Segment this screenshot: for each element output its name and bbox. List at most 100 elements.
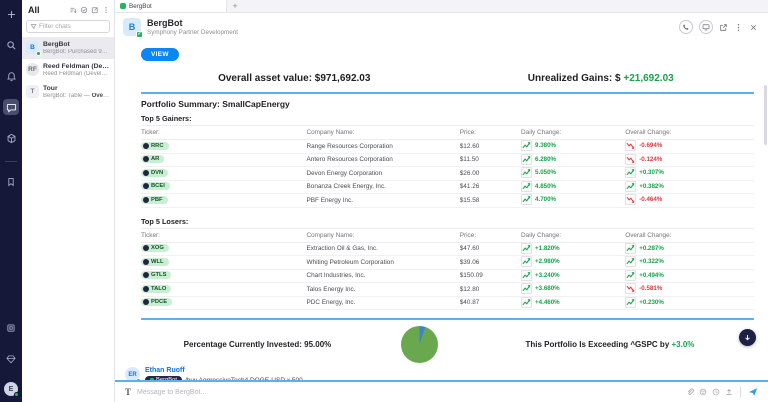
emoji-icon[interactable] [699,388,707,396]
tab-bergbot[interactable]: BergBot [115,0,227,12]
scroll-to-latest-button[interactable] [739,329,756,346]
overall-change: -0.124% [625,154,662,165]
trend-up-icon [521,256,532,267]
call-icon[interactable] [679,20,693,34]
portfolio-summary-title: Portfolio Summary: SmallCapEnergy [141,99,754,109]
sender-avatar[interactable]: ER [125,367,140,380]
share-screen-icon[interactable] [699,20,713,34]
invested-pie-chart [401,326,438,363]
daily-change: +1.820% [521,243,560,254]
more-icon[interactable] [734,23,743,32]
trend-up-icon [625,270,636,281]
message-input[interactable] [137,389,680,396]
chat-item-name: BergBot [43,41,110,48]
attachment-icon[interactable] [686,388,694,396]
directory-icon[interactable] [3,320,19,336]
trend-down-icon [625,140,636,151]
cashtag-icon [143,143,149,149]
gainers-table: Ticker: Company Name: Price: Daily Chang… [141,125,754,208]
company-name: Devon Energy Corporation [307,167,460,181]
trend-up-icon [521,283,532,294]
pop-out-icon[interactable] [719,23,728,32]
ticker-pill[interactable]: RRC [141,142,169,150]
chat-item-tour[interactable]: T Tour BergBot: Table — Overall asset va… [22,81,114,103]
table-row: WLL Whiting Petroleum Corporation $39.06… [141,256,754,270]
chat-list-title: All [28,5,69,15]
ticker-pill[interactable]: WLL [141,258,169,266]
sender-name[interactable]: Ethan Ruoff [145,367,303,374]
plus-icon[interactable] [3,6,19,22]
filter-chats-input[interactable] [39,23,106,30]
chat-item-reed-feldman[interactable]: RF Reed Feldman (Develop 2) Reed Feldman… [22,59,114,81]
bookmark-icon[interactable] [3,174,19,190]
ticker-pill[interactable]: AR [141,155,164,163]
check-circle-icon[interactable] [80,6,88,14]
company-name: Chart Industries, Inc. [307,269,460,283]
company-name: Extraction Oil & Gas, Inc. [307,242,460,256]
daily-change: 6.280% [521,154,556,165]
presence-dot [14,392,19,397]
conversation-panel: BergBot + B ✓ BergBot Symphony Partner D… [115,0,768,402]
cashtag-icon [143,272,149,278]
col-daily: Daily Change: [521,228,625,242]
cashtag-icon [143,245,149,251]
cashtag-icon [143,156,149,162]
trend-up-icon [521,297,532,308]
bot-dot-icon [150,378,154,380]
bot-badge-icon: ✓ [136,31,143,38]
text-format-icon[interactable]: T [125,387,131,397]
cashtag-icon [143,197,149,203]
close-icon[interactable] [749,23,758,32]
gem-icon[interactable] [3,351,19,367]
scrollbar[interactable] [764,85,767,145]
price: $150.09 [460,269,521,283]
search-icon[interactable] [3,37,19,53]
ticker-pill[interactable]: TALO [141,285,171,293]
ticker-pill[interactable]: BCEI [141,182,170,190]
upload-icon[interactable] [725,388,733,396]
unrealized-gains-value: +21,692.03 [623,73,673,84]
price: $12.80 [460,283,521,297]
view-button[interactable]: VIEW [141,48,179,61]
chat-title: BergBot [147,18,679,28]
new-tab-button[interactable]: + [227,0,243,12]
ticker-pill[interactable]: PDCE [141,298,172,306]
price: $26.00 [460,167,521,181]
sort-icon[interactable] [69,6,77,14]
ticker-pill[interactable]: XOG [141,244,169,252]
compose-icon[interactable] [91,6,99,14]
table-row: RRC Range Resources Corporation $12.60 9… [141,140,754,154]
table-header-row: Ticker: Company Name: Price: Daily Chang… [141,228,754,242]
overall-change: +0.494% [625,270,664,281]
message-text: /buy AggressiveTech4 DOGE-USD x 500 [185,377,303,381]
user-avatar[interactable]: E [4,382,18,396]
cashtag-icon [143,259,149,265]
apps-icon[interactable] [3,130,19,146]
section-divider [141,92,754,94]
app-rail: E [0,0,22,402]
more-icon[interactable] [102,6,110,14]
ticker-pill[interactable]: PBF [141,196,168,204]
chat-icon[interactable] [3,99,19,115]
section-divider [141,318,754,320]
bergbot-mention-pill[interactable]: BergBot [145,376,182,380]
bell-icon[interactable] [3,68,19,84]
chat-item-name: Tour [43,85,110,92]
ticker-pill[interactable]: DVN [141,169,168,177]
bergbot-avatar[interactable]: B ✓ [123,18,141,36]
exceeding-gspc: This Portfolio Is Exceeding ^GSPC by +3.… [466,340,754,349]
send-icon[interactable] [748,387,758,397]
overall-change: -0.581% [625,283,662,294]
table-header-row: Ticker: Company Name: Price: Daily Chang… [141,126,754,140]
ticker-pill[interactable]: GTLS [141,271,171,279]
daily-change: +4.460% [521,297,560,308]
trend-up-icon [625,167,636,178]
cashtag-icon [143,170,149,176]
chat-item-bergbot[interactable]: B BergBot BergBot: Purchased 907,528 sha… [22,37,114,59]
cashtag-icon [143,183,149,189]
company-name: PBF Energy Inc. [307,194,460,208]
chat-subtitle: Symphony Partner Development [147,29,679,36]
schedule-icon[interactable] [712,388,720,396]
table-row: XOG Extraction Oil & Gas, Inc. $47.60 +1… [141,242,754,256]
exceeding-value: +3.0% [672,340,695,349]
